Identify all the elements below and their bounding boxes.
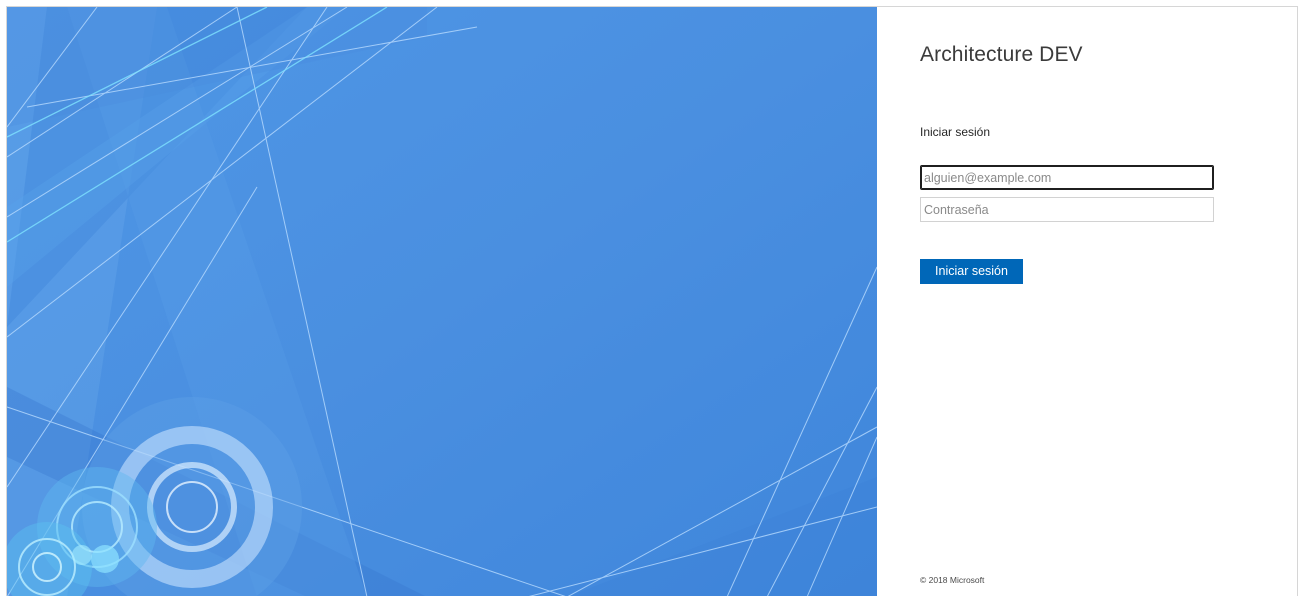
signin-button[interactable]: Iniciar sesión [920, 259, 1023, 284]
abstract-lines-graphic [7, 7, 877, 596]
app-title: Architecture DEV [920, 43, 1083, 66]
background-illustration [7, 7, 877, 596]
copyright-text: © 2018 Microsoft [920, 575, 985, 585]
login-page: Architecture DEV Iniciar sesión Iniciar … [6, 6, 1298, 596]
password-input[interactable] [920, 197, 1214, 222]
email-input[interactable] [920, 165, 1214, 190]
signin-panel: Architecture DEV Iniciar sesión Iniciar … [877, 7, 1297, 596]
signin-heading: Iniciar sesión [920, 125, 991, 139]
